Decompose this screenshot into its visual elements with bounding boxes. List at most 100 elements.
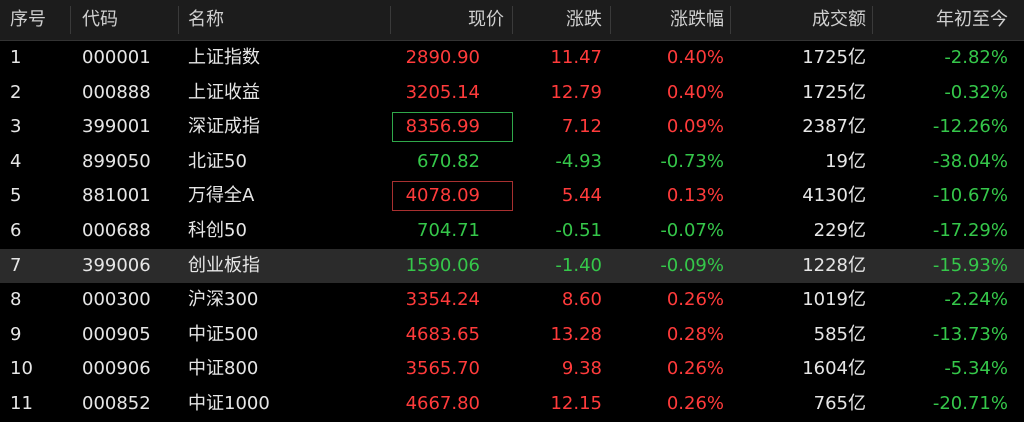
row-change-pct: 0.13% <box>666 185 724 207</box>
col-header-name[interactable]: 名称 <box>188 0 224 40</box>
row-code: 881001 <box>82 185 151 207</box>
row-ytd: -10.67% <box>932 185 1008 207</box>
table-row[interactable]: 10 000906 中证800 3565.70 9.38 0.26% 1604亿 -5.34% <box>0 352 1024 386</box>
table-row[interactable]: 3 399001 深证成指 8356.99 7.12 0.09% 2387亿 -12.26% <box>0 110 1024 144</box>
row-change-pct: -0.09% <box>660 254 724 276</box>
row-index: 8 <box>10 289 22 311</box>
row-name: 北证50 <box>188 150 247 172</box>
table-row[interactable]: 1 000001 上证指数 2890.90 11.47 0.40% 1725亿 -2.82% <box>0 41 1024 75</box>
row-name: 中证800 <box>188 358 259 380</box>
row-code: 000852 <box>82 393 151 414</box>
row-volume: 2387亿 <box>802 116 866 138</box>
row-price: 670.82 <box>417 150 480 172</box>
row-code: 000906 <box>82 358 151 380</box>
row-index: 2 <box>10 81 22 103</box>
row-change: 5.44 <box>561 185 602 207</box>
row-ytd: -12.26% <box>932 116 1008 138</box>
row-change-pct: 0.40% <box>666 81 724 103</box>
row-name: 上证收益 <box>188 81 260 103</box>
row-ytd: -2.82% <box>944 47 1008 68</box>
row-price: 704.71 <box>417 220 480 241</box>
col-header-pct[interactable]: 涨跌幅 <box>610 0 724 40</box>
row-change: 7.12 <box>561 116 602 138</box>
quote-table: 序号 代码 名称 现价 涨跌 涨跌幅 成交额 年初至今 1 000001 上证指数 2… <box>0 0 1024 422</box>
row-volume: 1725亿 <box>802 81 866 103</box>
table-row[interactable]: 4 899050 北证50 670.82 -4.93 -0.73% 19亿 -38.04% <box>0 145 1024 179</box>
row-change-pct: -0.73% <box>660 150 724 172</box>
row-code: 000688 <box>82 220 151 241</box>
row-ytd: -38.04% <box>932 150 1008 172</box>
row-name: 中证500 <box>188 323 259 345</box>
row-price: 3565.70 <box>405 358 480 380</box>
row-name: 中证1000 <box>188 393 270 414</box>
row-price: 1590.06 <box>405 254 480 276</box>
row-price: 2890.90 <box>405 47 480 68</box>
row-change: -1.40 <box>555 254 602 276</box>
row-change-pct: 0.26% <box>666 393 724 414</box>
row-index: 7 <box>10 254 22 276</box>
row-index: 1 <box>10 47 22 68</box>
row-index: 4 <box>10 150 22 172</box>
row-code: 000905 <box>82 323 151 345</box>
row-change: 11.47 <box>550 47 602 68</box>
row-volume: 1604亿 <box>802 358 866 380</box>
col-header-ytd[interactable]: 年初至今 <box>872 0 1008 40</box>
row-volume: 19亿 <box>825 150 866 172</box>
row-change-pct: 0.09% <box>666 116 724 138</box>
col-header-volume[interactable]: 成交额 <box>730 0 866 40</box>
row-change: 9.38 <box>561 358 602 380</box>
table-row[interactable]: 8 000300 沪深300 3354.24 8.60 0.26% 1019亿 -2.24% <box>0 283 1024 317</box>
row-volume: 4130亿 <box>802 185 866 207</box>
row-code: 000001 <box>82 47 151 68</box>
row-ytd: -13.73% <box>932 323 1008 345</box>
row-code: 000300 <box>82 289 151 311</box>
row-name: 科创50 <box>188 220 247 241</box>
col-header-change[interactable]: 涨跌 <box>512 0 602 40</box>
table-row[interactable]: 5 881001 万得全A 4078.09 5.44 0.13% 4130亿 -10.67% <box>0 179 1024 213</box>
row-index: 5 <box>10 185 22 207</box>
row-index: 3 <box>10 116 22 138</box>
row-index: 6 <box>10 220 22 241</box>
row-index: 10 <box>10 358 33 380</box>
row-change: 8.60 <box>561 289 602 311</box>
row-volume: 1019亿 <box>802 289 866 311</box>
row-ytd: -2.24% <box>944 289 1008 311</box>
row-price: 8356.99 <box>405 116 480 138</box>
row-change-pct: -0.07% <box>660 220 724 241</box>
row-ytd: -17.29% <box>932 220 1008 241</box>
column-divider[interactable] <box>70 6 71 34</box>
row-ytd: -15.93% <box>932 254 1008 276</box>
row-price: 3205.14 <box>405 81 480 103</box>
row-price: 4683.65 <box>405 323 480 345</box>
row-code: 399001 <box>82 116 151 138</box>
row-price: 4078.09 <box>405 185 480 207</box>
row-change: 13.28 <box>550 323 602 345</box>
col-header-idx[interactable]: 序号 <box>10 0 46 40</box>
row-index: 11 <box>10 393 33 414</box>
table-row[interactable]: 7 399006 创业板指 1590.06 -1.40 -0.09% 1228亿 -15.93… <box>0 248 1024 283</box>
row-change: -0.51 <box>555 220 602 241</box>
row-code: 899050 <box>82 150 151 172</box>
row-name: 深证成指 <box>188 116 260 138</box>
row-index: 9 <box>10 323 22 345</box>
row-volume: 765亿 <box>813 393 866 414</box>
table-row[interactable]: 11 000852 中证1000 4667.80 12.15 0.26% 765亿 -20.7… <box>0 387 1024 421</box>
row-change: 12.79 <box>550 81 602 103</box>
table-row[interactable]: 9 000905 中证500 4683.65 13.28 0.28% 585亿 -13.73% <box>0 318 1024 352</box>
col-header-code[interactable]: 代码 <box>82 0 118 40</box>
row-volume: 585亿 <box>813 323 866 345</box>
row-ytd: -0.32% <box>944 81 1008 103</box>
row-code: 000888 <box>82 81 151 103</box>
row-ytd: -5.34% <box>944 358 1008 380</box>
row-price: 4667.80 <box>405 393 480 414</box>
table-row[interactable]: 2 000888 上证收益 3205.14 12.79 0.40% 1725亿 -0.32% <box>0 76 1024 110</box>
row-price: 3354.24 <box>405 289 480 311</box>
table-row[interactable]: 6 000688 科创50 704.71 -0.51 -0.07% 229亿 -17.29% <box>0 214 1024 248</box>
row-name: 万得全A <box>188 185 255 207</box>
row-name: 沪深300 <box>188 289 259 311</box>
row-change-pct: 0.26% <box>666 358 724 380</box>
col-header-price[interactable]: 现价 <box>390 0 504 40</box>
row-change-pct: 0.28% <box>666 323 724 345</box>
row-code: 399006 <box>82 254 151 276</box>
column-divider[interactable] <box>178 6 179 34</box>
